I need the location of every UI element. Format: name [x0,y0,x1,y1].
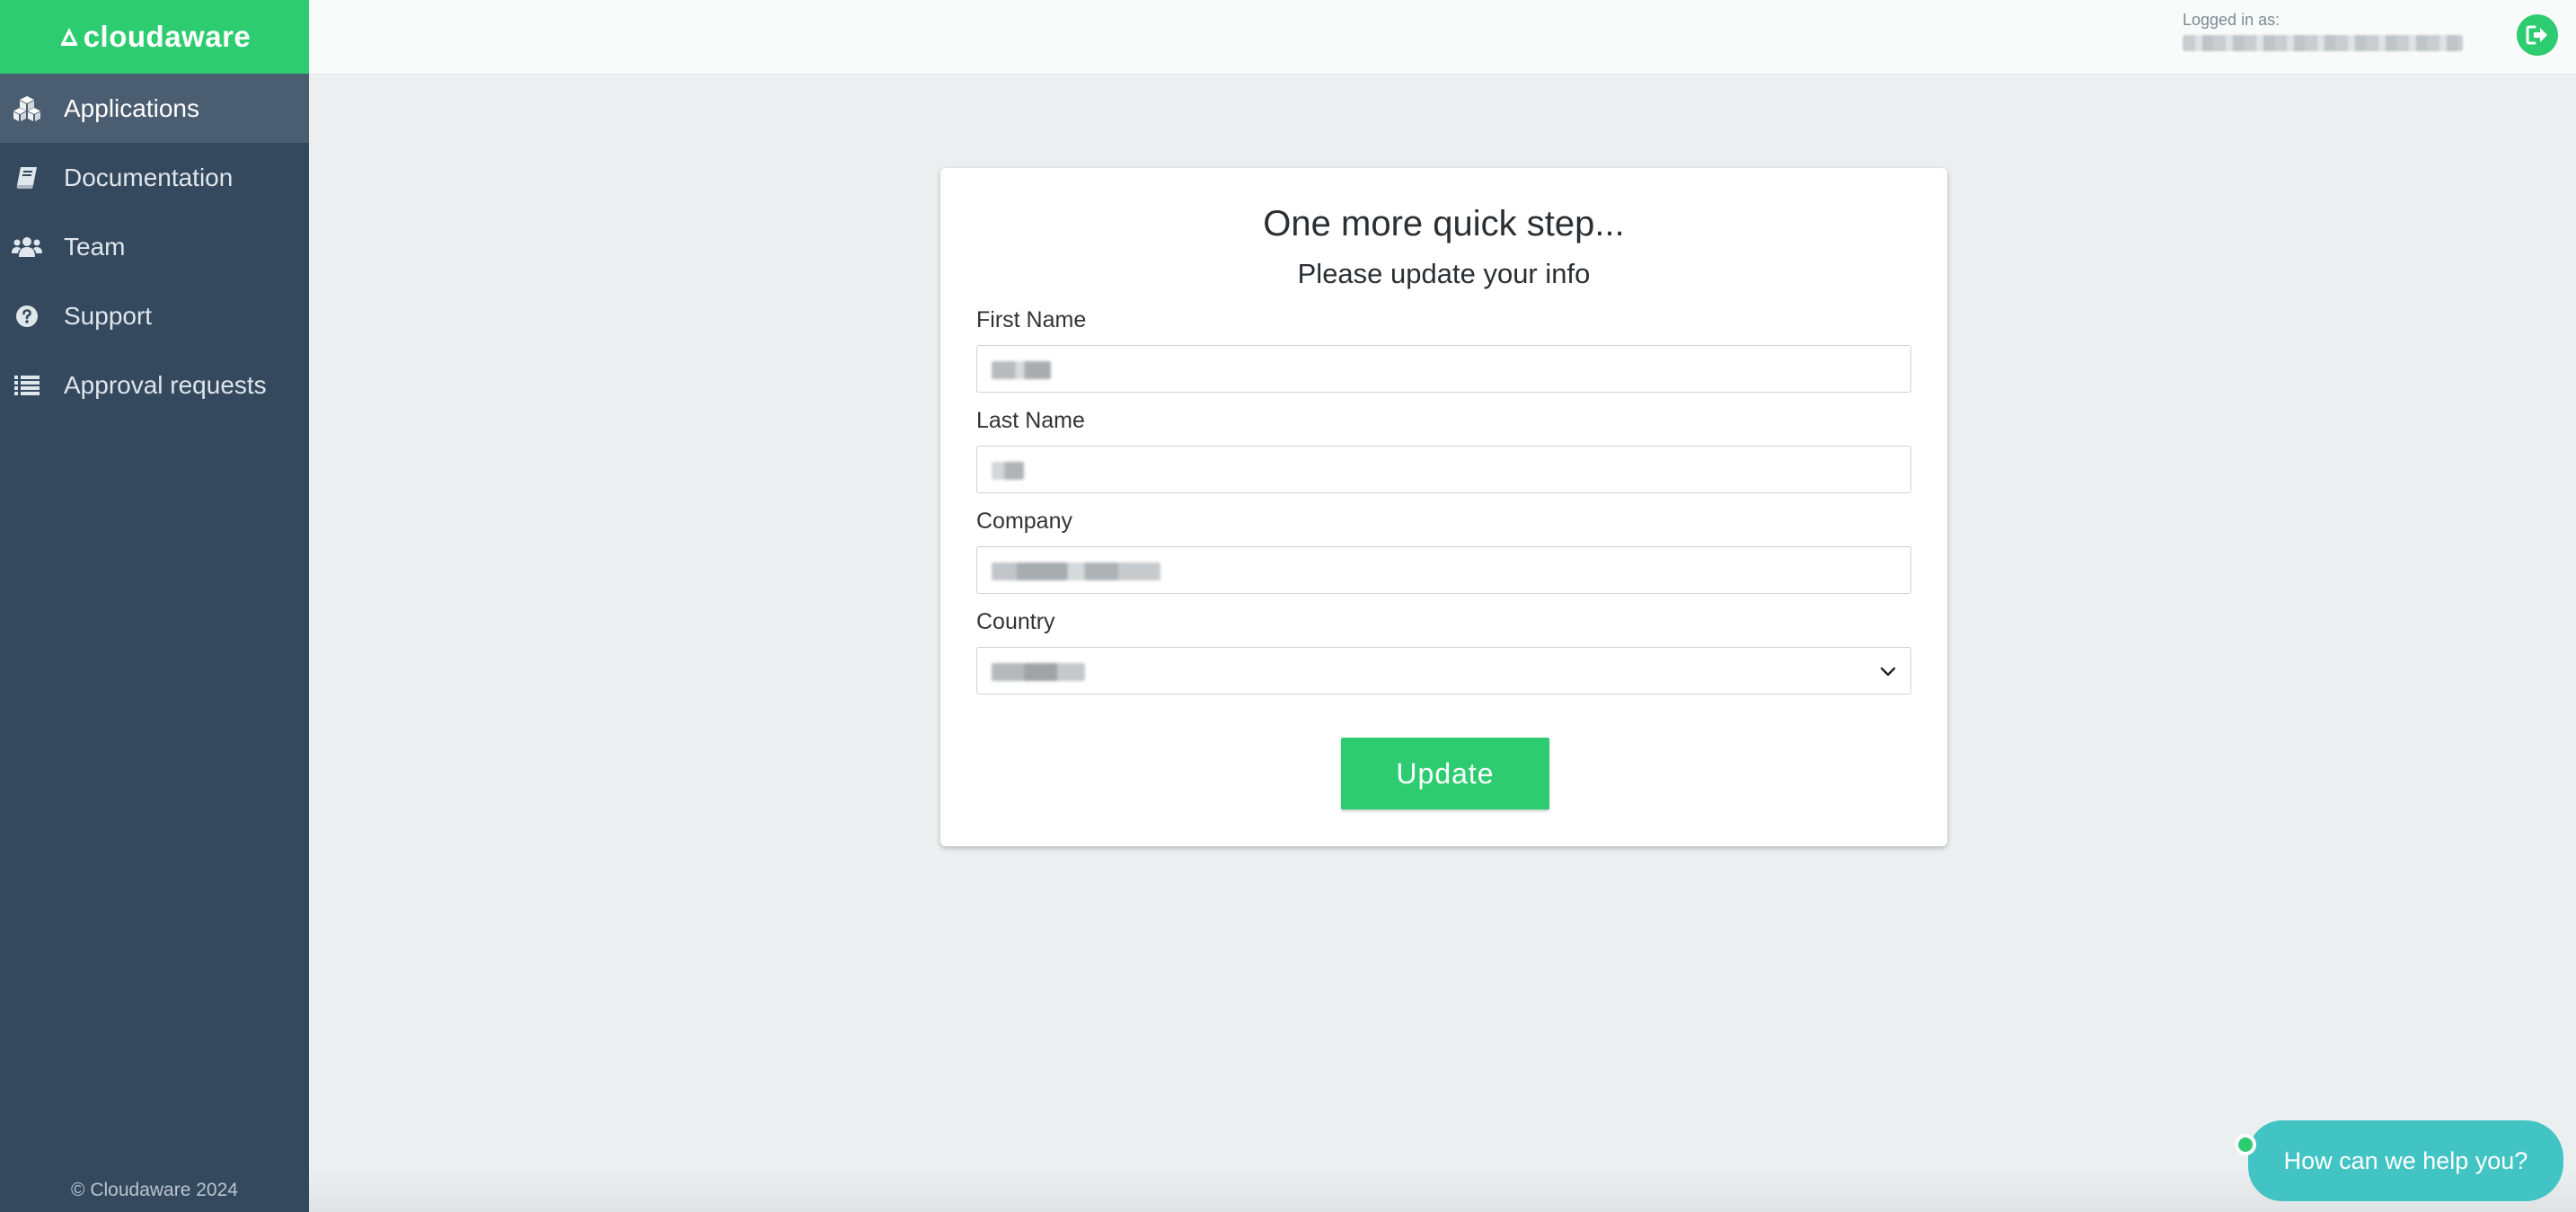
users-icon [9,229,45,265]
sidebar-item-documentation[interactable]: Documentation [0,143,309,212]
sidebar-item-approval-requests[interactable]: Approval requests [0,350,309,420]
chevron-down-icon [1880,667,1896,677]
top-bar: Logged in as: [309,0,2576,75]
redacted-value [992,462,1024,480]
redacted-value [992,562,1160,580]
first-name-group: First Name [976,307,1911,393]
first-name-label: First Name [976,307,1087,332]
login-info: Logged in as: [2183,11,2470,51]
sidebar-item-label: Approval requests [64,370,267,399]
country-label: Country [976,609,1055,634]
company-label: Company [976,509,1072,534]
sidebar-item-applications[interactable]: Applications [0,74,309,143]
cloudaware-logo-icon [60,28,77,46]
book-icon [9,160,45,196]
country-select[interactable] [976,647,1911,694]
country-group: Country [976,609,1911,694]
logout-button[interactable] [2517,14,2558,56]
redacted-value [992,663,1085,681]
update-button[interactable]: Update [1341,738,1549,809]
sidebar-item-label: Team [64,232,126,261]
company-group: Company [976,509,1911,594]
update-info-card: One more quick step... Please update you… [940,168,1947,846]
sign-out-icon [2526,25,2547,45]
first-name-input[interactable] [976,345,1911,393]
sidebar-item-label: Documentation [64,163,234,191]
last-name-group: Last Name [976,408,1911,493]
last-name-label: Last Name [976,408,1085,433]
sidebar-nav: Applications Documentation Team Support … [0,74,309,420]
sidebar-item-support[interactable]: Support [0,281,309,350]
company-input[interactable] [976,546,1911,594]
question-circle-icon [9,298,45,334]
help-chat-button[interactable]: How can we help you? [2248,1120,2563,1201]
help-chat-label: How can we help you? [2283,1146,2528,1174]
sidebar-item-label: Applications [64,93,199,122]
logged-in-user-redacted [2183,35,2463,51]
sidebar-item-label: Support [64,301,153,330]
last-name-input[interactable] [976,446,1911,493]
card-subtitle: Please update your info [1297,258,1591,289]
brand-name: cloudaware [83,20,251,53]
logged-in-label: Logged in as: [2183,11,2280,29]
redacted-value [992,361,1051,379]
copyright: © Cloudaware 2024 [71,1180,238,1200]
cubes-icon [9,91,45,127]
online-status-dot [2235,1134,2256,1155]
sidebar-item-team[interactable]: Team [0,212,309,281]
sidebar: cloudaware Applications Documentation Te… [0,0,309,1212]
list-icon [9,367,45,403]
bottom-shade [309,1168,2576,1212]
card-title: One more quick step... [1263,204,1625,243]
brand-logo[interactable]: cloudaware [0,0,309,74]
